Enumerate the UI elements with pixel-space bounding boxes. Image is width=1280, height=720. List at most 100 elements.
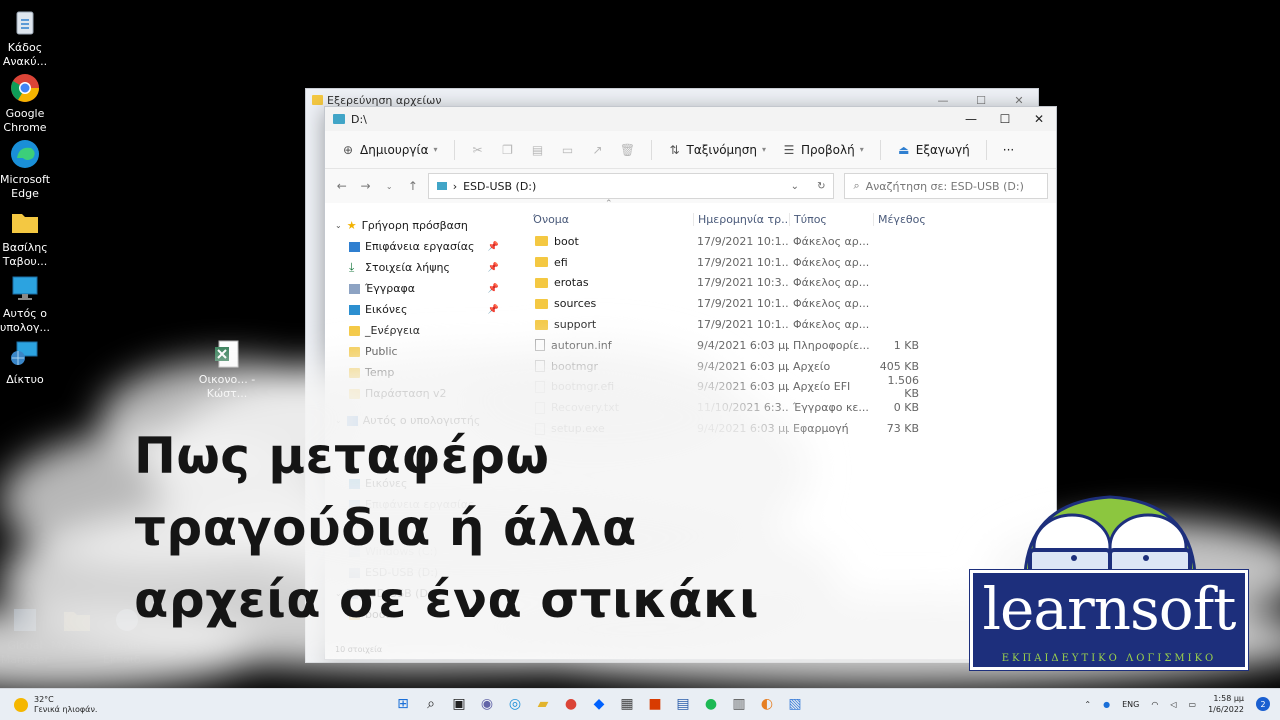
delete-icon[interactable]: 🗑 xyxy=(617,143,639,157)
chevron-down-icon[interactable]: ⌄ xyxy=(791,181,799,192)
download-icon: ⤓ xyxy=(349,260,355,274)
nav-item-downloads[interactable]: ⤓ Στοιχεία λήψης 📌 xyxy=(325,257,507,278)
file-row[interactable]: efi 17/9/2021 10:1... Φάκελος αρ... xyxy=(523,252,1056,273)
file-size: 1 KB xyxy=(893,338,919,352)
file-name-cell: efi xyxy=(523,256,693,269)
search-input[interactable]: ⌕ Αναζήτηση σε: ESD-USB (D:) xyxy=(844,173,1048,199)
language-indicator[interactable]: ENG xyxy=(1122,700,1139,709)
nav-item-label: Εικόνες xyxy=(365,303,408,316)
desktop-icon-this-pc[interactable]: Αυτός ο υπολογ... xyxy=(0,272,54,335)
file-row[interactable]: erotas 17/9/2021 10:3... Φάκελος αρ... xyxy=(523,273,1056,294)
copy-icon[interactable]: ❐ xyxy=(497,143,519,157)
spotify-icon[interactable]: ● xyxy=(700,693,722,715)
office-icon[interactable]: ■ xyxy=(644,693,666,715)
store-icon[interactable]: ▦ xyxy=(616,693,638,715)
address-input[interactable]: › ESD-USB (D:) ⌄ ↻ xyxy=(427,173,835,199)
eject-button[interactable]: ⏏ Εξαγωγή xyxy=(893,139,974,161)
column-header-size[interactable]: Μέγεθος xyxy=(873,212,926,226)
chat-icon[interactable]: ◉ xyxy=(476,693,498,715)
document-icon xyxy=(349,283,360,294)
back-arrow-icon[interactable]: ← xyxy=(333,179,351,193)
new-button[interactable]: ⊕ Δημιουργία ▾ xyxy=(337,139,442,161)
chevron-up-icon[interactable]: ⌃ xyxy=(1084,700,1091,709)
breadcrumb-path[interactable]: ESD-USB (D:) xyxy=(463,180,536,193)
sort-button-label: Ταξινόμηση xyxy=(686,142,758,157)
chrome-icon[interactable]: ● xyxy=(560,693,582,715)
cut-icon[interactable]: ✂ xyxy=(467,143,489,157)
more-options-button[interactable]: ··· xyxy=(999,139,1018,161)
close-icon[interactable]: ✕ xyxy=(1000,94,1038,107)
logo-wordmark: learnsoft xyxy=(982,575,1237,643)
up-arrow-icon[interactable]: ↑ xyxy=(404,179,422,193)
folder-icon xyxy=(535,257,548,268)
file-row[interactable]: boot 17/9/2021 10:1... Φάκελος αρ... xyxy=(523,231,1056,252)
desktop-icon-recycle-bin[interactable]: Κάδος Ανακύ... xyxy=(0,6,54,69)
battery-icon[interactable]: ▭ xyxy=(1189,700,1197,709)
minimize-icon[interactable]: — xyxy=(924,94,962,107)
nav-item-pictures[interactable]: Εικόνες 📌 xyxy=(325,299,507,320)
computer-icon xyxy=(12,276,38,300)
file-row[interactable]: bootmgr.efi 9/4/2021 6:03 μμ Αρχείο EFI 1.5… xyxy=(523,374,1056,400)
desktop-icon-network[interactable]: Δίκτυο xyxy=(0,338,54,387)
edge-icon[interactable]: ◎ xyxy=(504,693,526,715)
dropbox-icon[interactable]: ◆ xyxy=(588,693,610,715)
close-icon[interactable]: ✕ xyxy=(1022,112,1056,126)
microphone-icon[interactable]: ● xyxy=(1103,700,1110,709)
sort-ascending-icon: ⌃ xyxy=(605,199,613,209)
share-icon[interactable]: ↗ xyxy=(587,143,609,157)
refresh-icon[interactable]: ↻ xyxy=(817,181,825,192)
photos-icon[interactable]: ▧ xyxy=(784,693,806,715)
file-date: 9/4/2021 6:03 μμ xyxy=(697,338,789,352)
eject-button-label: Εξαγωγή xyxy=(915,142,970,157)
app-icon[interactable]: ◐ xyxy=(756,693,778,715)
sort-button[interactable]: ⇅ Ταξινόμηση ▾ xyxy=(664,139,771,161)
search-icon[interactable]: ⌕ xyxy=(420,693,442,715)
maximize-icon[interactable]: ☐ xyxy=(962,94,1000,107)
desktop-icon-excel-file[interactable]: Οικονο... - Κώστ... xyxy=(198,338,256,401)
file-row[interactable]: bootmgr 9/4/2021 6:03 μμ Αρχείο 405 KB xyxy=(523,356,1056,377)
forward-arrow-icon[interactable]: → xyxy=(357,179,375,193)
weather-temperature: 32°C xyxy=(34,694,54,704)
nav-item-documents[interactable]: Έγγραφα 📌 xyxy=(325,278,507,299)
weather-widget[interactable]: 32°C Γενικά ηλιοφάν. xyxy=(0,695,120,715)
nav-item-label: Public xyxy=(365,345,398,358)
nav-item-parastasi[interactable]: Παράσταση v2 xyxy=(325,383,507,404)
nav-quick-access[interactable]: ⌄ ★ Γρήγορη πρόσβαση xyxy=(325,215,507,236)
task-view-icon[interactable]: ▣ xyxy=(448,693,470,715)
file-date: 17/9/2021 10:1... xyxy=(697,255,789,269)
window-titlebar[interactable]: D:\ — ☐ ✕ xyxy=(325,107,1056,131)
wifi-icon[interactable]: ◠ xyxy=(1151,700,1158,709)
star-icon: ★ xyxy=(346,219,357,232)
column-header-date[interactable]: Ημερομηνία τρ... xyxy=(693,212,789,226)
maximize-icon[interactable]: ☐ xyxy=(988,112,1022,126)
desktop-icon-label: Κάδος Ανακύ... xyxy=(2,41,48,68)
nav-item-energeia[interactable]: _Ενέργεια xyxy=(325,320,507,341)
column-header-name[interactable]: Όνομα xyxy=(523,213,693,226)
desktop-icon-global-manager[interactable]: Global Manager xyxy=(0,604,54,667)
paste-icon[interactable]: ▤ xyxy=(527,143,549,157)
chevron-down-icon[interactable]: ⌄ xyxy=(380,182,398,191)
desktop-icon-user-folder[interactable]: Βασίλης Ταβου... xyxy=(0,206,54,269)
file-row[interactable]: support 17/9/2021 10:1... Φάκελος αρ... xyxy=(523,314,1056,335)
column-header-type[interactable]: Τύπος xyxy=(789,212,873,226)
notification-badge[interactable]: 2 xyxy=(1256,697,1270,711)
file-explorer-icon[interactable]: ▰ xyxy=(532,693,554,715)
file-size: 405 KB xyxy=(879,359,919,373)
app-icon[interactable]: ▥ xyxy=(728,693,750,715)
minimize-icon[interactable]: — xyxy=(954,112,988,126)
file-row[interactable]: sources 17/9/2021 10:1... Φάκελος αρ... xyxy=(523,293,1056,314)
file-row[interactable]: Recovery.txt 11/10/2021 6:3... Έγγραφο κε.… xyxy=(523,397,1056,418)
remote-desktop-icon[interactable]: ▤ xyxy=(672,693,694,715)
view-button[interactable]: ☰ Προβολή ▾ xyxy=(778,139,868,161)
rename-icon[interactable]: ▭ xyxy=(557,143,579,157)
volume-icon[interactable]: ◁ xyxy=(1170,700,1176,709)
nav-item-desktop[interactable]: Επιφάνεια εργασίας 📌 xyxy=(325,236,507,257)
file-row[interactable]: autorun.inf 9/4/2021 6:03 μμ Πληροφορίε...… xyxy=(523,335,1056,356)
folder-icon xyxy=(312,95,323,105)
nav-item-temp[interactable]: Temp xyxy=(325,362,507,383)
desktop-icon-chrome[interactable]: Google Chrome xyxy=(0,72,54,135)
clock[interactable]: 1:58 μμ 1/6/2022 xyxy=(1208,693,1244,715)
desktop-icon-edge[interactable]: Microsoft Edge xyxy=(0,138,54,201)
start-icon[interactable]: ⊞ xyxy=(392,693,414,715)
nav-item-public[interactable]: Public xyxy=(325,341,507,362)
